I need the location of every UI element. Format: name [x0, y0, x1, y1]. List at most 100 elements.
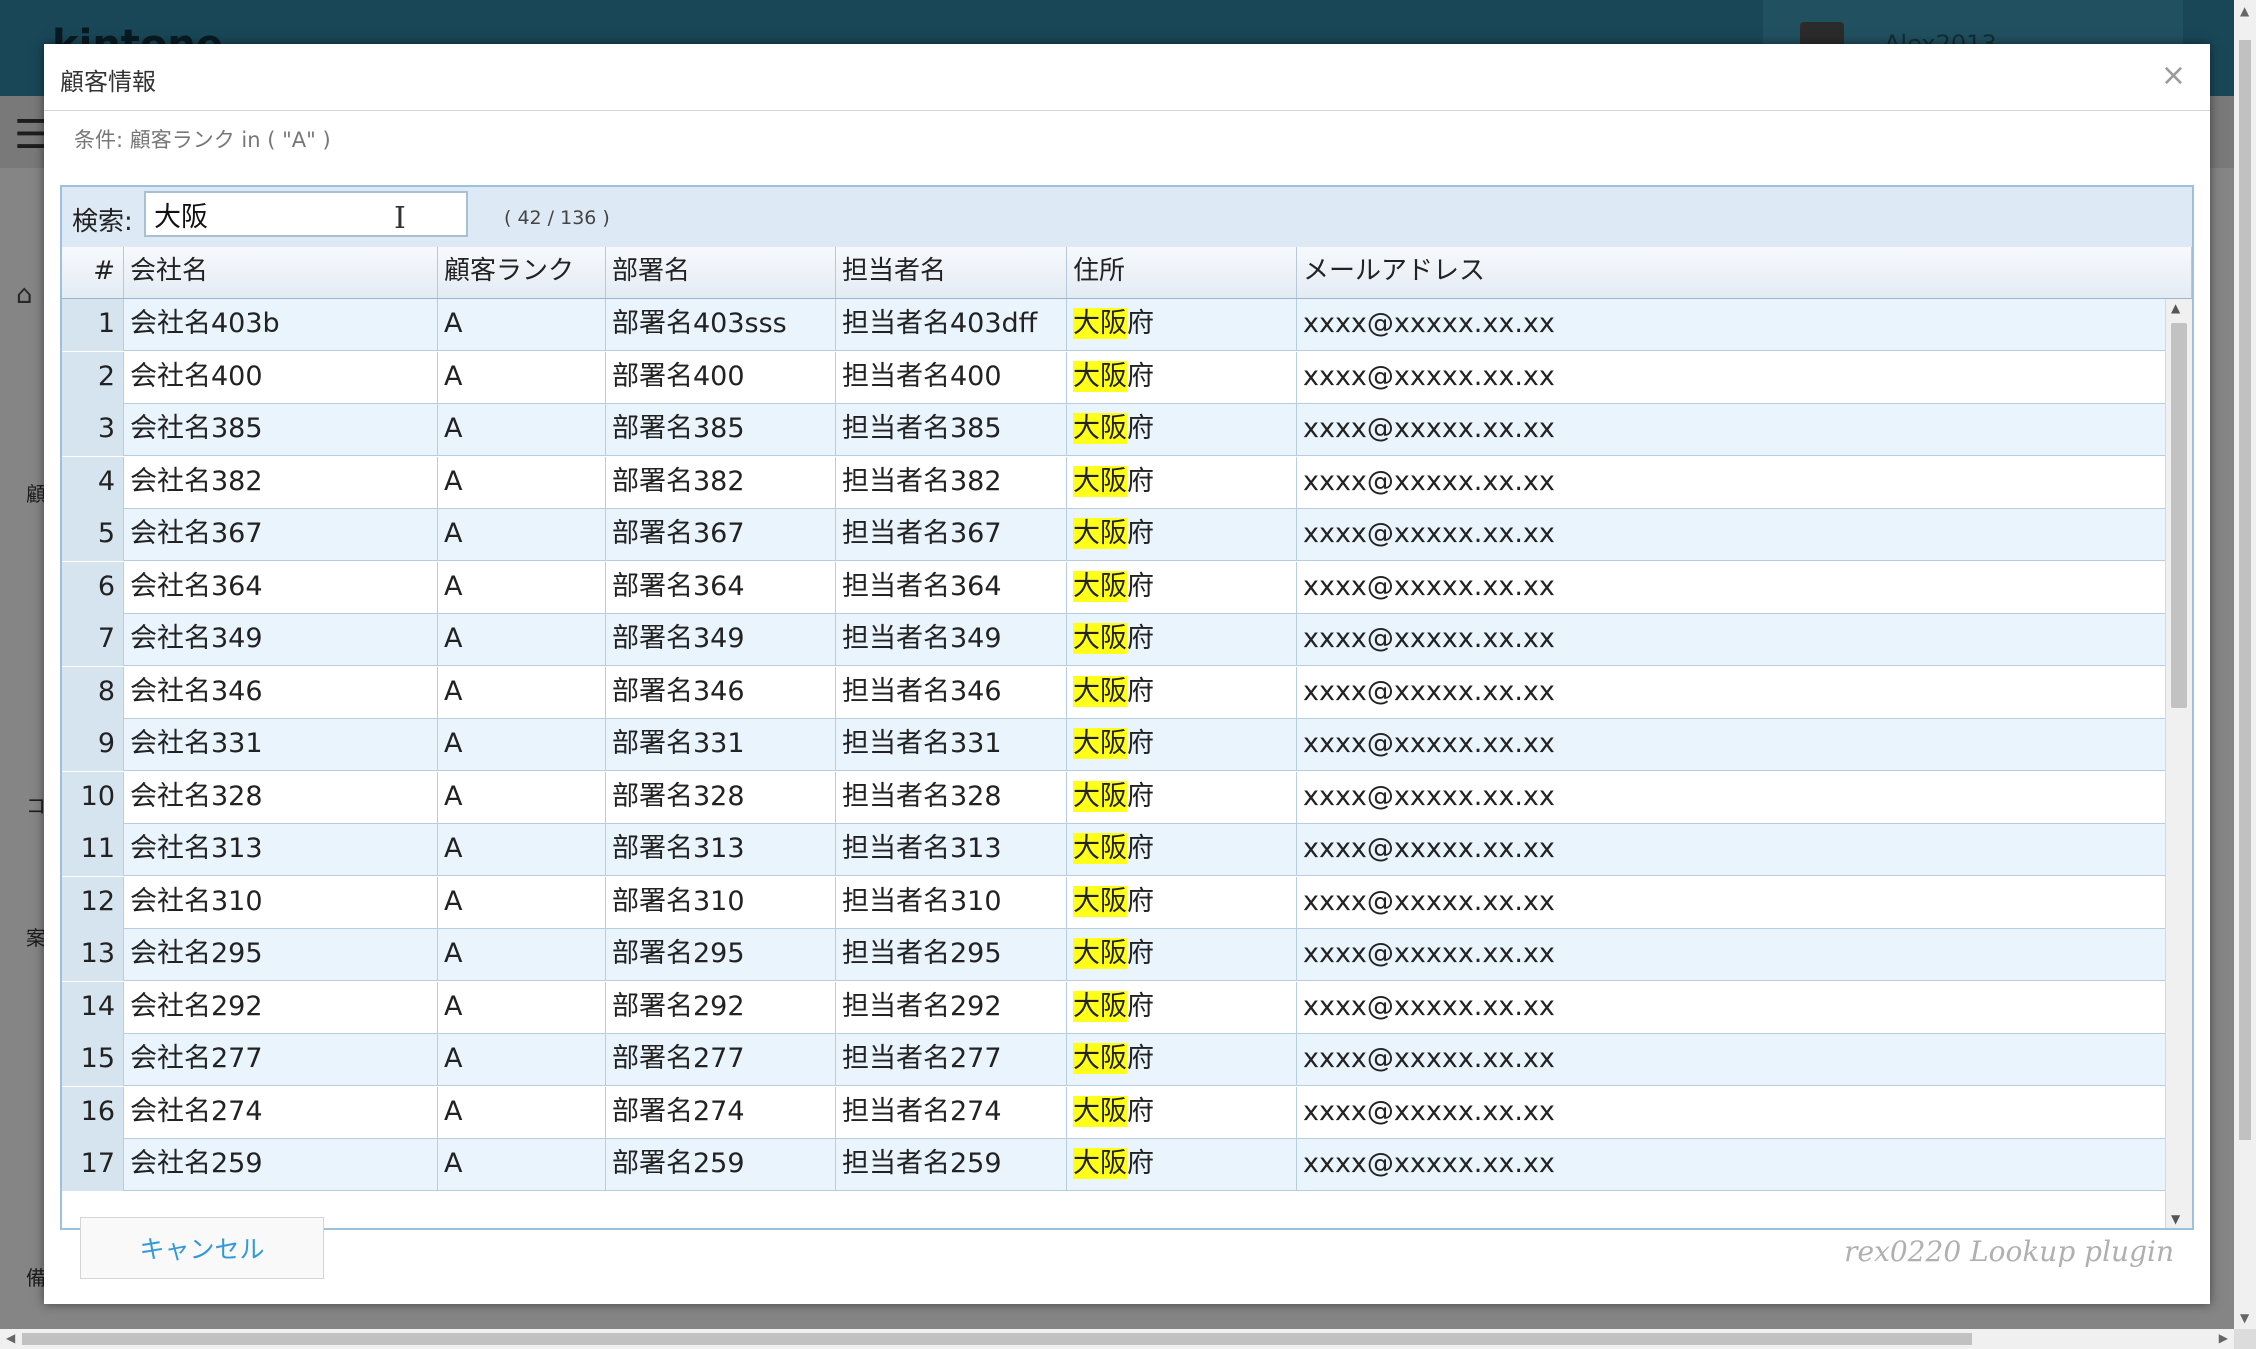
cell-dept: 部署名367 — [606, 509, 836, 561]
cell-email: xxxx@xxxxx.xx.xx — [1297, 929, 2166, 981]
cell-address: 大阪府 — [1067, 404, 1297, 456]
page-horizontal-thumb[interactable] — [22, 1333, 1972, 1345]
cell-company: 会社名400 — [124, 351, 438, 404]
search-highlight: 大阪 — [1073, 1148, 1127, 1179]
column-header-number[interactable]: # — [62, 247, 124, 298]
table-row[interactable]: 10 会社名328 A 部署名328 担当者名328 大阪府 xxxx@xxxxx.xx.x… — [62, 771, 2166, 824]
cell-address: 大阪府 — [1067, 719, 1297, 771]
cell-person: 担当者名331 — [836, 719, 1067, 771]
row-number: 10 — [62, 771, 124, 824]
scroll-down-arrow-icon[interactable]: ▼ — [2240, 1311, 2249, 1325]
cell-person: 担当者名313 — [836, 824, 1067, 876]
cell-company: 会社名331 — [124, 719, 438, 771]
grid-scrollbar[interactable]: ▲ ▼ — [2165, 299, 2192, 1228]
cell-rank: A — [438, 824, 606, 876]
cell-company: 会社名346 — [124, 666, 438, 719]
close-icon[interactable]: × — [2161, 58, 2186, 93]
row-number: 12 — [62, 876, 124, 929]
table-row[interactable]: 4 会社名382 A 部署名382 担当者名382 大阪府 xxxx@xxxxx.xx.xx — [62, 456, 2166, 509]
cell-email: xxxx@xxxxx.xx.xx — [1297, 771, 2166, 824]
cell-dept: 部署名292 — [606, 981, 836, 1034]
column-header-company[interactable]: 会社名 — [124, 247, 438, 298]
search-highlight: 大阪 — [1073, 885, 1127, 917]
dialog-title: 顧客情報 — [60, 68, 156, 96]
column-header-address[interactable]: 住所 — [1067, 247, 1297, 298]
cell-person: 担当者名400 — [836, 351, 1067, 404]
table-row[interactable]: 16 会社名274 A 部署名274 担当者名274 大阪府 xxxx@xxxxx.xx.x… — [62, 1086, 2166, 1139]
cell-email: xxxx@xxxxx.xx.xx — [1297, 404, 2166, 456]
table-row[interactable]: 13 会社名295 A 部署名295 担当者名295 大阪府 xxxx@xxxxx.xx.x… — [62, 929, 2166, 981]
cell-person: 担当者名295 — [836, 929, 1067, 981]
table-row[interactable]: 15 会社名277 A 部署名277 担当者名277 大阪府 xxxx@xxxxx.xx.x… — [62, 1034, 2166, 1086]
scroll-left-arrow-icon[interactable]: ◀ — [6, 1331, 15, 1345]
cell-rank: A — [438, 771, 606, 824]
cell-address: 大阪府 — [1067, 666, 1297, 719]
cell-email: xxxx@xxxxx.xx.xx — [1297, 1034, 2166, 1086]
cell-company: 会社名364 — [124, 561, 438, 614]
cell-address: 大阪府 — [1067, 351, 1297, 404]
table-row[interactable]: 12 会社名310 A 部署名310 担当者名310 大阪府 xxxx@xxxxx.xx.x… — [62, 876, 2166, 929]
row-number: 17 — [62, 1139, 124, 1191]
cell-company: 会社名292 — [124, 981, 438, 1034]
cancel-button[interactable]: キャンセル — [80, 1217, 324, 1279]
row-number: 7 — [62, 614, 124, 666]
column-header-email[interactable]: メールアドレス — [1297, 247, 2192, 298]
search-highlight: 大阪 — [1073, 728, 1127, 759]
column-header-rank[interactable]: 顧客ランク — [438, 247, 606, 298]
cell-person: 担当者名382 — [836, 456, 1067, 509]
cell-address: 大阪府 — [1067, 929, 1297, 981]
scroll-right-arrow-icon[interactable]: ▶ — [2219, 1331, 2228, 1345]
cell-rank: A — [438, 299, 606, 351]
search-highlight: 大阪 — [1073, 1095, 1127, 1127]
table-row[interactable]: 7 会社名349 A 部署名349 担当者名349 大阪府 xxxx@xxxxx.xx.xx — [62, 614, 2166, 666]
table-row[interactable]: 17 会社名259 A 部署名259 担当者名259 大阪府 xxxx@xxxxx.xx.x… — [62, 1139, 2166, 1191]
cell-company: 会社名274 — [124, 1086, 438, 1139]
address-suffix: 府 — [1127, 570, 1154, 602]
cell-dept: 部署名346 — [606, 666, 836, 719]
cell-dept: 部署名295 — [606, 929, 836, 981]
cell-email: xxxx@xxxxx.xx.xx — [1297, 509, 2166, 561]
row-number: 3 — [62, 404, 124, 456]
table-row[interactable]: 1 会社名403b A 部署名403sss 担当者名403dff 大阪府 xxxx@xxxx… — [62, 299, 2166, 351]
table-row[interactable]: 11 会社名313 A 部署名313 担当者名313 大阪府 xxxx@xxxxx.xx.x… — [62, 824, 2166, 876]
table-row[interactable]: 6 会社名364 A 部署名364 担当者名364 大阪府 xxxx@xxxxx.xx.xx — [62, 561, 2166, 614]
cell-email: xxxx@xxxxx.xx.xx — [1297, 824, 2166, 876]
cell-dept: 部署名349 — [606, 614, 836, 666]
cell-rank: A — [438, 509, 606, 561]
cell-rank: A — [438, 1139, 606, 1191]
result-count: ( 42 / 136 ) — [504, 207, 610, 229]
table-row[interactable]: 9 会社名331 A 部署名331 担当者名331 大阪府 xxxx@xxxxx.xx.xx — [62, 719, 2166, 771]
page-vertical-scrollbar[interactable]: ▲ ▼ — [2234, 0, 2256, 1329]
address-suffix: 府 — [1127, 833, 1154, 864]
scroll-up-arrow-icon[interactable]: ▲ — [2240, 4, 2249, 18]
grid-scroll-thumb[interactable] — [2171, 323, 2187, 708]
row-number: 9 — [62, 719, 124, 771]
table-row[interactable]: 14 会社名292 A 部署名292 担当者名292 大阪府 xxxx@xxxxx.xx.x… — [62, 981, 2166, 1034]
cell-dept: 部署名328 — [606, 771, 836, 824]
scroll-up-arrow-icon[interactable]: ▲ — [2171, 301, 2180, 315]
column-header-dept[interactable]: 部署名 — [606, 247, 836, 298]
table-row[interactable]: 3 会社名385 A 部署名385 担当者名385 大阪府 xxxx@xxxxx.xx.xx — [62, 404, 2166, 456]
cell-company: 会社名349 — [124, 614, 438, 666]
search-input[interactable] — [144, 191, 468, 237]
page-vertical-thumb[interactable] — [2239, 40, 2251, 1140]
table-row[interactable]: 8 会社名346 A 部署名346 担当者名346 大阪府 xxxx@xxxxx.xx.xx — [62, 666, 2166, 719]
column-header-person[interactable]: 担当者名 — [836, 247, 1067, 298]
table-row[interactable]: 5 会社名367 A 部署名367 担当者名367 大阪府 xxxx@xxxxx.xx.xx — [62, 509, 2166, 561]
search-highlight: 大阪 — [1073, 413, 1127, 444]
address-suffix: 府 — [1127, 1148, 1154, 1179]
page-horizontal-scrollbar[interactable]: ◀ ▶ — [0, 1329, 2234, 1349]
search-highlight: 大阪 — [1073, 518, 1127, 549]
cell-address: 大阪府 — [1067, 876, 1297, 929]
cell-person: 担当者名349 — [836, 614, 1067, 666]
cell-person: 担当者名328 — [836, 771, 1067, 824]
cell-email: xxxx@xxxxx.xx.xx — [1297, 351, 2166, 404]
cell-email: xxxx@xxxxx.xx.xx — [1297, 1139, 2166, 1191]
cell-company: 会社名313 — [124, 824, 438, 876]
results-grid: # 会社名 顧客ランク 部署名 担当者名 住所 メールアドレス 1 会社名403b… — [62, 247, 2192, 1228]
scroll-down-arrow-icon[interactable]: ▼ — [2171, 1212, 2180, 1226]
table-row[interactable]: 2 会社名400 A 部署名400 担当者名400 大阪府 xxxx@xxxxx.xx.xx — [62, 351, 2166, 404]
search-highlight: 大阪 — [1073, 465, 1127, 497]
cell-person: 担当者名346 — [836, 666, 1067, 719]
cell-dept: 部署名385 — [606, 404, 836, 456]
